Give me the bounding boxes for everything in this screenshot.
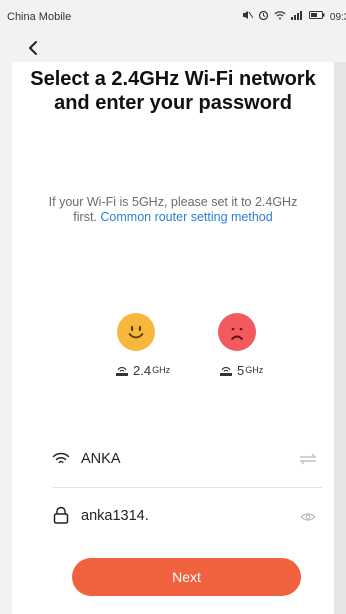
router-icon bbox=[116, 366, 128, 376]
wifi-ssid: ANKA bbox=[81, 451, 121, 467]
frown-icon bbox=[218, 313, 256, 351]
router-settings-link[interactable]: Common router setting method bbox=[100, 210, 272, 224]
back-button[interactable] bbox=[24, 37, 44, 59]
band-unit: GHz bbox=[245, 365, 264, 375]
wifi-icon bbox=[52, 452, 70, 464]
band-unit: GHz bbox=[152, 365, 171, 375]
password-field[interactable]: anka1314. bbox=[52, 503, 322, 529]
status-time: 09:3 bbox=[329, 12, 346, 23]
page-title: Select a 2.4GHz Wi-Fi network and enter … bbox=[30, 68, 316, 114]
status-bar: China Mobile 09:3 bbox=[0, 0, 346, 34]
band-label-5ghz: 5 GHz bbox=[219, 362, 263, 378]
field-divider bbox=[52, 487, 322, 488]
lock-icon bbox=[53, 506, 69, 524]
mute-icon bbox=[242, 11, 256, 23]
content-card bbox=[12, 62, 334, 614]
password-value: anka1314. bbox=[81, 508, 149, 524]
status-indicators: 09:3 bbox=[242, 10, 346, 23]
alarm-icon bbox=[258, 10, 272, 23]
band-value: 5 bbox=[237, 362, 245, 378]
smile-icon bbox=[117, 313, 155, 351]
carrier-name: China Mobile bbox=[7, 11, 72, 23]
chevron-left-icon bbox=[29, 41, 37, 55]
switch-network-icon[interactable] bbox=[299, 453, 317, 465]
router-icon bbox=[220, 366, 232, 376]
eye-icon[interactable] bbox=[300, 512, 316, 522]
hint-text: If your Wi-Fi is 5GHz, please set it to … bbox=[48, 195, 298, 225]
signal-icon bbox=[290, 11, 307, 23]
wifi-network-field[interactable]: ANKA bbox=[52, 446, 322, 472]
band-value: 2.4 bbox=[133, 362, 152, 378]
battery-icon bbox=[309, 11, 328, 23]
band-label-24ghz: 2.4 GHz bbox=[115, 362, 170, 378]
next-button[interactable]: Next bbox=[72, 558, 301, 596]
side-strip bbox=[334, 62, 346, 614]
wifi-icon bbox=[274, 11, 289, 23]
